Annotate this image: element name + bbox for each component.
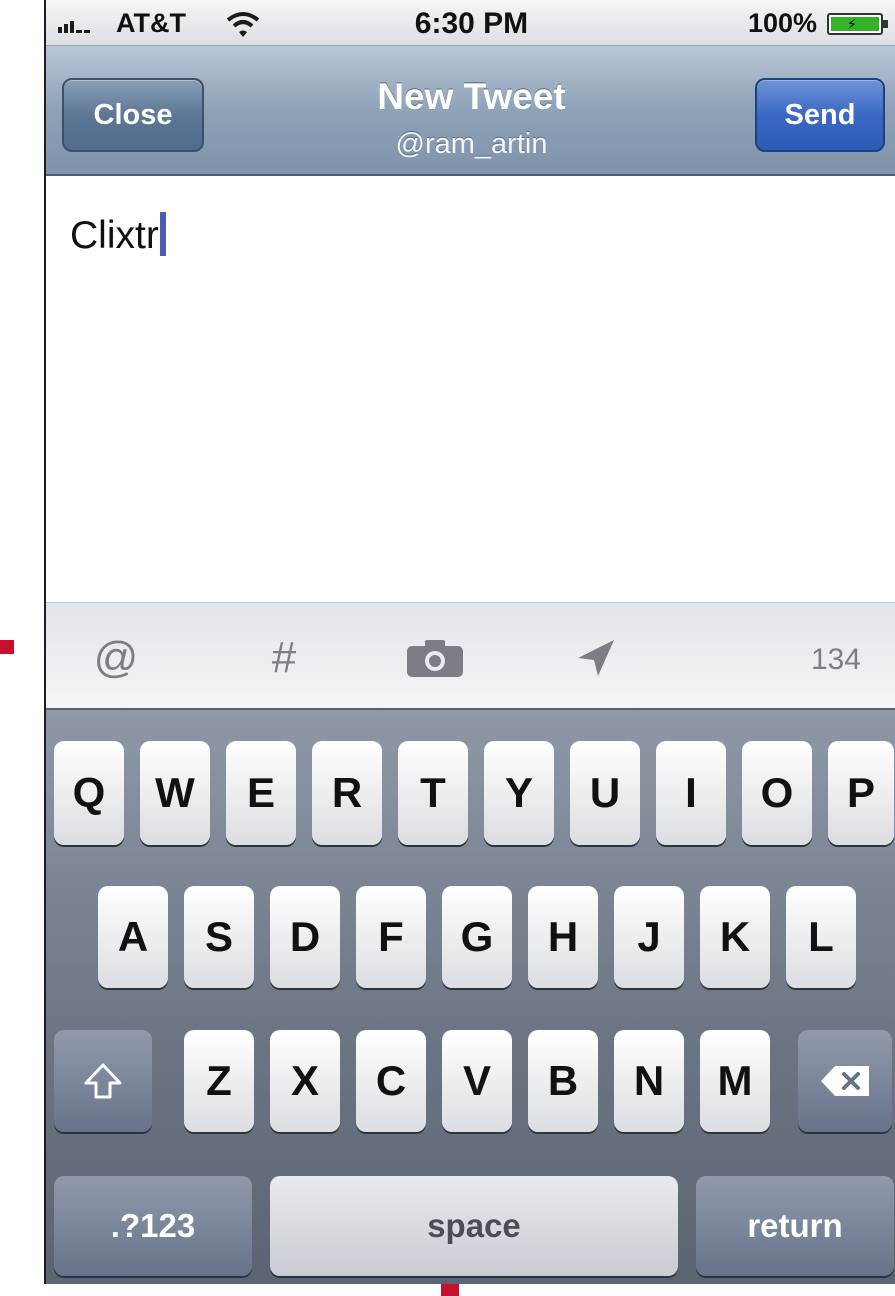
key-r[interactable]: R [312,741,382,845]
tweet-compose-area[interactable]: Clixtr [46,176,895,602]
key-k[interactable]: K [700,886,770,988]
hashtag-button[interactable]: # [256,623,312,693]
status-bar: AT&T 6:30 PM 100% ⚡ [46,0,895,46]
tweet-toolbar: @ # 134 [46,602,895,710]
phone-screen: AT&T 6:30 PM 100% ⚡ Close New Tweet @ram… [44,0,895,1284]
space-key[interactable]: space [270,1176,678,1276]
key-m[interactable]: M [700,1030,770,1132]
mention-button[interactable]: @ [88,623,144,693]
tweet-text-value: Clixtr [70,214,159,257]
send-button[interactable]: Send [755,78,885,152]
battery-percent: 100% [747,8,817,38]
location-arrow-icon[interactable] [566,623,626,693]
return-key[interactable]: return [696,1176,894,1276]
keyboard: Q W E R T Y U I O P A S D F G H J K L Z … [46,710,895,1284]
key-e[interactable]: E [226,741,296,845]
text-cursor [159,212,166,256]
shift-key[interactable] [54,1030,152,1132]
key-h[interactable]: H [528,886,598,988]
page-marker-bottom [441,1284,459,1296]
key-q[interactable]: Q [54,741,124,845]
key-l[interactable]: L [786,886,856,988]
key-j[interactable]: J [614,886,684,988]
shift-arrow-icon [84,1063,122,1099]
key-g[interactable]: G [442,886,512,988]
key-f[interactable]: F [356,886,426,988]
key-p[interactable]: P [828,741,894,845]
key-n[interactable]: N [614,1030,684,1132]
key-t[interactable]: T [398,741,468,845]
backspace-icon [821,1066,869,1096]
key-s[interactable]: S [184,886,254,988]
key-i[interactable]: I [656,741,726,845]
tweet-text-field[interactable]: Clixtr [70,212,166,258]
key-a[interactable]: A [98,886,168,988]
key-o[interactable]: O [742,741,812,845]
key-x[interactable]: X [270,1030,340,1132]
navigation-bar: Close New Tweet @ram_artin Send [46,46,895,176]
key-v[interactable]: V [442,1030,512,1132]
charging-bolt-icon: ⚡ [847,16,857,32]
key-d[interactable]: D [270,886,340,988]
key-c[interactable]: C [356,1030,426,1132]
character-count: 134 [810,643,861,676]
key-u[interactable]: U [570,741,640,845]
delete-key[interactable] [798,1030,892,1132]
battery-charging-icon: ⚡ [827,13,888,35]
key-z[interactable]: Z [184,1030,254,1132]
numbers-key[interactable]: .?123 [54,1176,252,1276]
key-w[interactable]: W [140,741,210,845]
key-y[interactable]: Y [484,741,554,845]
page-marker-left [0,640,14,654]
camera-icon[interactable] [402,623,468,693]
key-b[interactable]: B [528,1030,598,1132]
